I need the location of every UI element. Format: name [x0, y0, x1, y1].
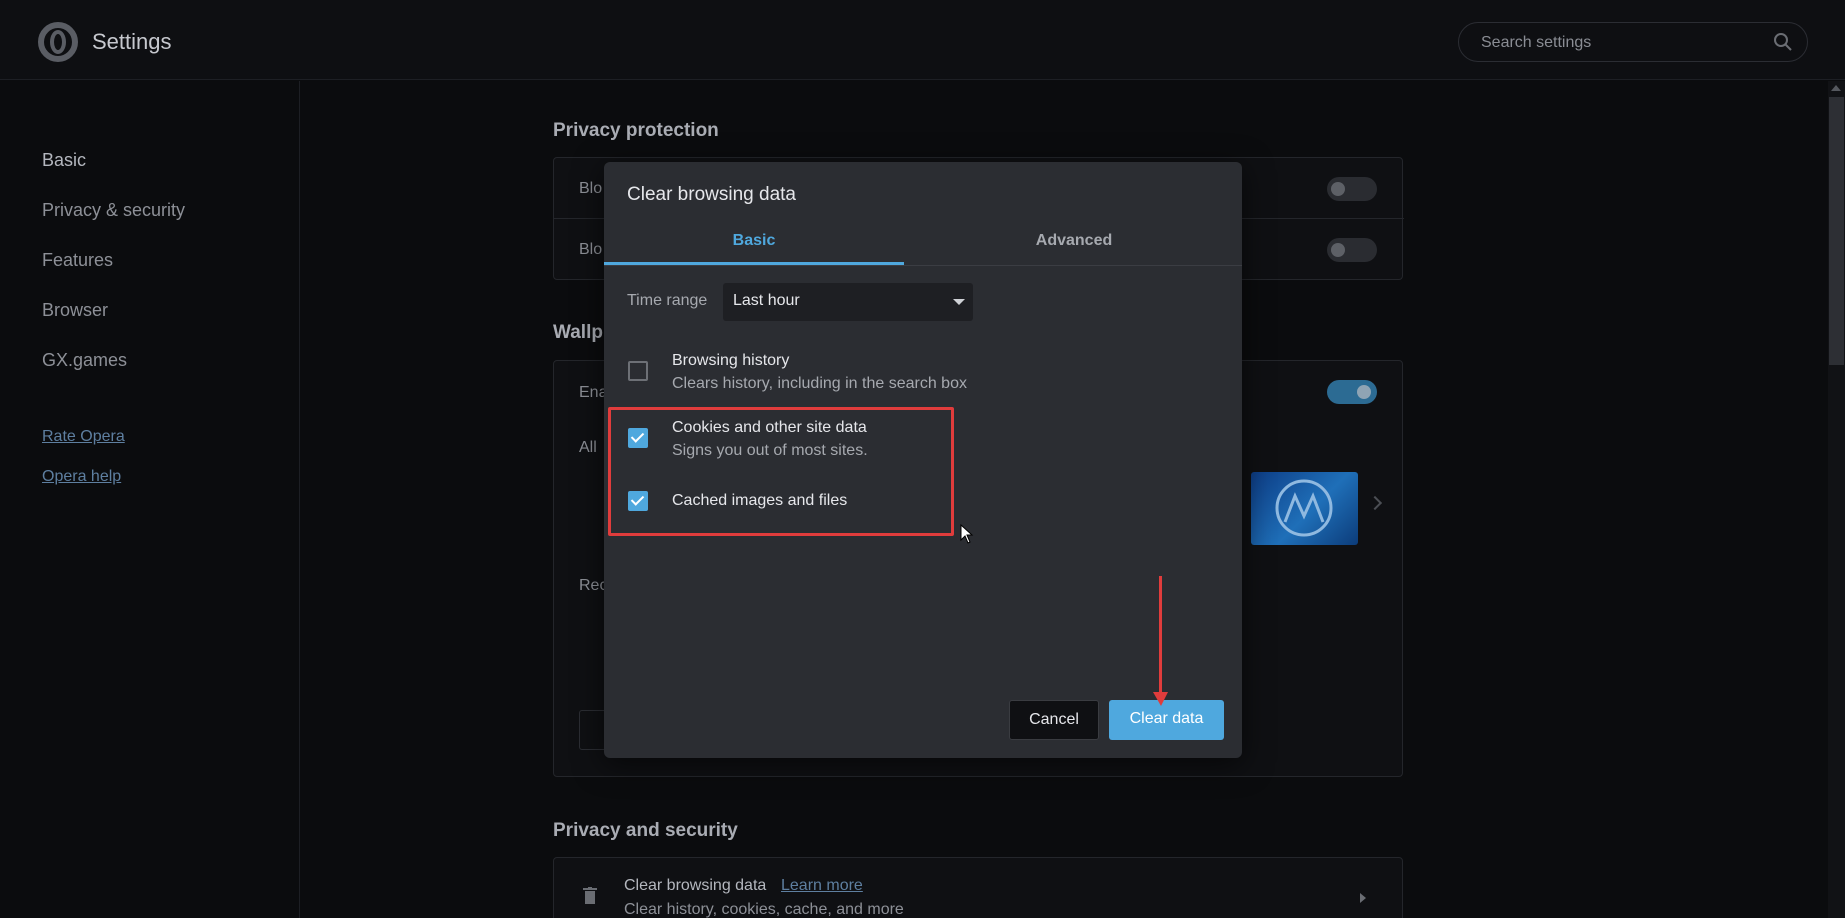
annotation-highlight-box	[608, 407, 954, 536]
top-bar: Settings Search settings	[0, 0, 1845, 80]
opera-help-link[interactable]: Opera help	[42, 468, 121, 486]
privacy-row-label: Blo	[579, 241, 603, 258]
browsing-history-title: Browsing history	[672, 352, 790, 369]
annotation-arrow-head-icon	[1153, 692, 1168, 706]
dialog-title: Clear browsing data	[627, 184, 796, 205]
browsing-history-checkbox[interactable]	[628, 361, 648, 381]
privacy-security-heading: Privacy and security	[553, 820, 738, 841]
chevron-down-icon	[953, 299, 965, 305]
sidebar-item-features[interactable]: Features	[42, 250, 113, 271]
clear-browsing-data-row[interactable]: Clear browsing data	[624, 877, 766, 895]
expand-arrow-icon[interactable]	[1360, 893, 1366, 903]
trash-icon	[583, 887, 597, 904]
privacy-protection-heading: Privacy protection	[553, 120, 719, 141]
learn-more-link[interactable]: Learn more	[781, 877, 863, 895]
time-range-select[interactable]: Last hour	[723, 283, 973, 321]
sidebar-item-privacy-security[interactable]: Privacy & security	[42, 200, 185, 221]
search-input[interactable]: Search settings	[1458, 22, 1808, 62]
search-placeholder: Search settings	[1481, 34, 1592, 51]
page-scrollbar[interactable]	[1828, 81, 1845, 918]
clear-browsing-data-dialog: Clear browsing data Basic Advanced Time …	[604, 162, 1242, 758]
privacy-toggle-2[interactable]	[1327, 238, 1377, 262]
opera-logo-icon	[38, 22, 78, 62]
time-range-label: Time range	[627, 292, 708, 309]
cancel-button[interactable]: Cancel	[1009, 700, 1099, 740]
browsing-history-subtitle: Clears history, including in the search …	[672, 375, 967, 392]
search-icon[interactable]	[1773, 32, 1793, 52]
all-wallpapers-label: All	[579, 439, 597, 456]
wallpaper-logo-icon	[1275, 479, 1333, 537]
sidebar-item-gx-games[interactable]: GX.games	[42, 350, 127, 371]
sidebar-item-browser[interactable]: Browser	[42, 300, 108, 321]
rate-opera-link[interactable]: Rate Opera	[42, 428, 125, 446]
annotation-arrow-line	[1159, 576, 1162, 696]
sidebar-item-basic[interactable]: Basic	[42, 150, 86, 171]
sidebar: Basic Privacy & security Features Browse…	[0, 81, 300, 918]
tab-divider	[604, 265, 1242, 266]
wallpapers-heading: Wallp	[553, 322, 603, 343]
scroll-up-icon[interactable]	[1831, 85, 1841, 91]
tab-advanced[interactable]: Advanced	[924, 232, 1224, 250]
clear-data-button[interactable]: Clear data	[1109, 700, 1224, 740]
page-title: Settings	[92, 29, 172, 54]
tab-basic[interactable]: Basic	[604, 232, 904, 250]
privacy-toggle-1[interactable]	[1327, 177, 1377, 201]
privacy-row-label: Blo	[579, 180, 603, 197]
wallpapers-toggle[interactable]	[1327, 380, 1377, 404]
clear-browsing-data-subtitle: Clear history, cookies, cache, and more	[624, 901, 904, 918]
mouse-cursor-icon	[960, 524, 974, 544]
scroll-thumb[interactable]	[1829, 97, 1844, 365]
wallpaper-thumbnail[interactable]	[1251, 472, 1358, 545]
time-range-value: Last hour	[733, 292, 800, 309]
